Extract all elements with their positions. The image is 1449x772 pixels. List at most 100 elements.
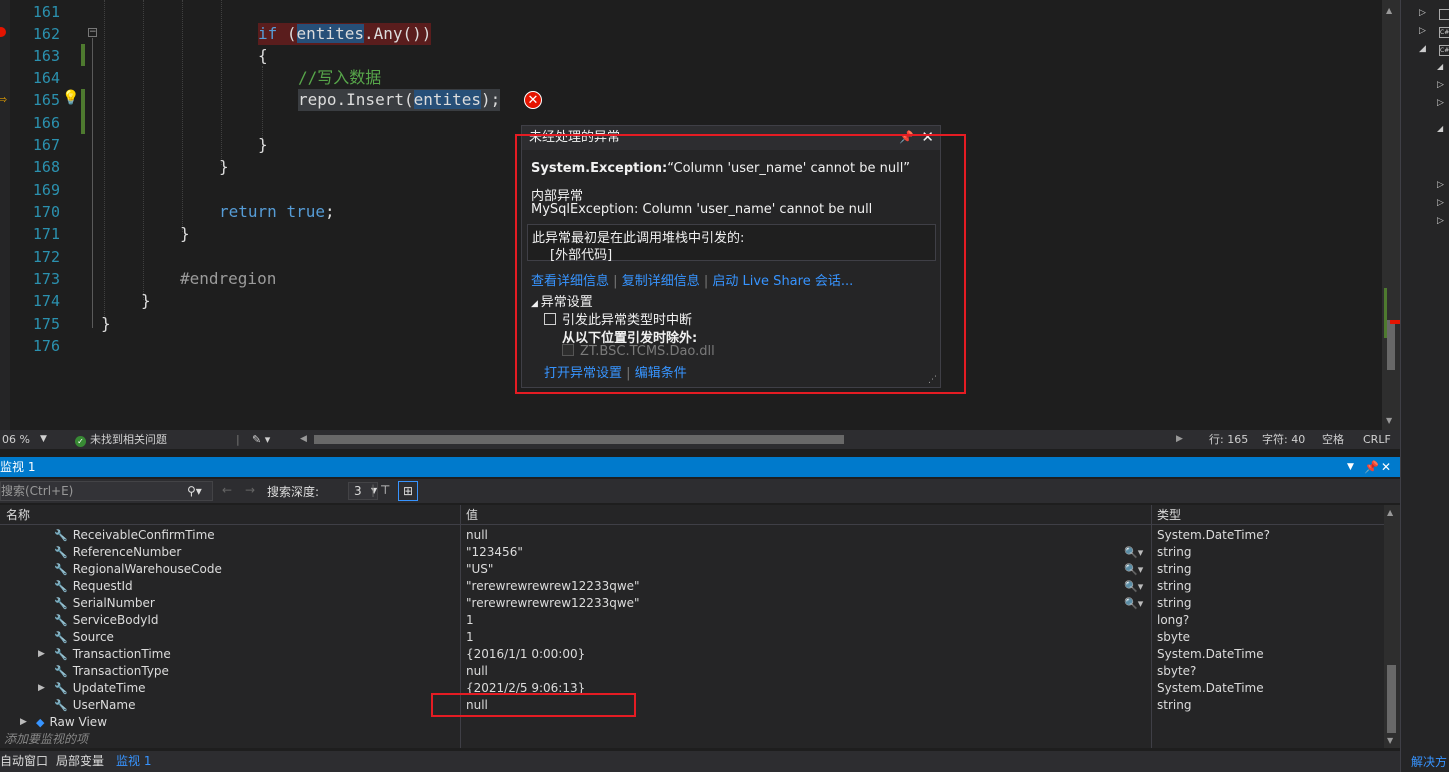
add-watch-row[interactable]: 添加要监视的项	[0, 731, 1384, 748]
chevron-down-icon[interactable]: ▼	[40, 430, 47, 449]
row-name: Raw View	[49, 715, 108, 729]
scroll-right-icon[interactable]: ▶	[1176, 430, 1183, 449]
line-number: 173	[32, 270, 60, 288]
expand-arrow-icon[interactable]: ▶	[38, 646, 45, 663]
back-arrow-icon[interactable]: ←	[222, 483, 232, 497]
property-icon: 🔧	[54, 597, 68, 610]
editor-vertical-scrollbar[interactable]: ▲ ▼	[1382, 0, 1400, 430]
scroll-down-icon[interactable]: ▼	[1387, 736, 1393, 745]
watch-row[interactable]: ▶ ◆ Raw View	[0, 714, 1384, 731]
property-icon: 🔧	[54, 563, 68, 576]
issues-text: 未找到相关问题	[90, 433, 167, 446]
row-type: System.DateTime	[1157, 681, 1264, 695]
scroll-left-icon[interactable]: ◀	[300, 430, 307, 449]
filter-icon[interactable]: ⊤	[380, 483, 390, 497]
row-value[interactable]: "123456"	[466, 544, 523, 561]
collapse-arrow-icon[interactable]: ◢	[1437, 124, 1443, 133]
expand-arrow-icon[interactable]: ▷	[1419, 26, 1426, 36]
watch-row[interactable]: 🔧 UserName null string	[0, 697, 1384, 714]
watch-row[interactable]: 🔧 SerialNumber "rerewrewrewrew12233qwe" 🔍…	[0, 595, 1384, 612]
value-column-header[interactable]: 值	[466, 505, 478, 525]
issues-indicator[interactable]: ✓ 未找到相关问题	[75, 430, 167, 449]
debug-window-tabs: 自动窗口 局部变量 监视 1	[0, 751, 1400, 772]
expand-arrow-icon[interactable]: ▷	[1437, 216, 1444, 226]
watch-row[interactable]: 🔧 RequestId "rerewrewrewrew12233qwe" 🔍▾ s…	[0, 578, 1384, 595]
collapse-arrow-icon[interactable]: ◢	[1419, 44, 1426, 54]
row-type: string	[1157, 698, 1192, 712]
property-icon: 🔧	[54, 546, 68, 559]
watch-row[interactable]: 🔧 ReceivableConfirmTime null System.DateT…	[0, 527, 1384, 544]
name-column-header[interactable]: 名称	[6, 505, 30, 525]
code-if-statement: if (entites.Any())	[258, 23, 432, 45]
expand-arrow-icon[interactable]: ▶	[20, 714, 27, 731]
scroll-thumb[interactable]	[1387, 320, 1395, 370]
collapse-arrow-icon[interactable]: ◢	[1437, 62, 1443, 71]
expand-arrow-icon[interactable]: ▷	[1419, 8, 1426, 18]
row-value[interactable]: 1	[466, 612, 474, 629]
watch-row[interactable]: 🔧 Source 1 sbyte	[0, 629, 1384, 646]
row-type: string	[1157, 579, 1192, 593]
error-icon[interactable]: ✕	[524, 91, 542, 109]
text-visualizer-icon[interactable]: 🔍▾	[1124, 544, 1143, 561]
line-number: 162	[32, 25, 60, 43]
text-visualizer-icon[interactable]: 🔍▾	[1124, 578, 1143, 595]
horizontal-scroll-thumb[interactable]	[314, 435, 844, 444]
watch-grid: 名称 值 类型 🔧 ReceivableConfirmTime null Syst…	[0, 505, 1384, 748]
code-editor[interactable]: 💡 ⇨ − 161 162 if (entites.Any()) 163 { 1…	[0, 0, 1400, 430]
watch-row[interactable]: 🔧 ReferenceNumber "123456" 🔍▾ string	[0, 544, 1384, 561]
watch-row[interactable]: 🔧 RegionalWarehouseCode "US" 🔍▾ string	[0, 561, 1384, 578]
expand-arrow-icon[interactable]: ▷	[1437, 80, 1444, 90]
row-value[interactable]: "rerewrewrewrew12233qwe"	[466, 578, 640, 595]
code-line: 164 //写入数据	[0, 67, 1380, 89]
watch-row[interactable]: 🔧 ServiceBodyId 1 long?	[0, 612, 1384, 629]
close-icon[interactable]: ✕	[1381, 457, 1391, 477]
scroll-down-icon[interactable]: ▼	[1386, 416, 1392, 425]
scroll-up-icon[interactable]: ▲	[1386, 6, 1392, 15]
row-value[interactable]: null	[466, 527, 488, 544]
forward-arrow-icon[interactable]: →	[245, 483, 255, 497]
add-watch-placeholder[interactable]: 添加要监视的项	[4, 731, 88, 748]
tab-autos[interactable]: 自动窗口	[0, 751, 48, 772]
code-line: 161	[0, 1, 1380, 23]
watch-title-text: 监视 1	[0, 460, 36, 474]
expand-arrow-icon[interactable]: ▶	[38, 680, 45, 697]
annotation-highlight	[431, 693, 636, 717]
expand-arrow-icon[interactable]: ▷	[1437, 180, 1444, 190]
expand-arrow-icon[interactable]: ▷	[1437, 198, 1444, 208]
expand-arrow-icon[interactable]: ▷	[1437, 98, 1444, 108]
tab-watch-1[interactable]: 监视 1	[116, 751, 151, 772]
line-number: 174	[32, 292, 60, 310]
scroll-up-icon[interactable]: ▲	[1387, 508, 1393, 517]
watch-row[interactable]: ▶ 🔧 UpdateTime {2021/2/5 9:06:13} System.…	[0, 680, 1384, 697]
whitespace-indicator[interactable]: 空格	[1322, 430, 1344, 449]
text-visualizer-icon[interactable]: 🔍▾	[1124, 595, 1143, 612]
separator: |	[236, 433, 240, 446]
row-value[interactable]: "rerewrewrewrew12233qwe"	[466, 595, 640, 612]
watch-row[interactable]: 🔧 TransactionType null sbyte?	[0, 663, 1384, 680]
row-type: sbyte	[1157, 630, 1191, 644]
code-token: );	[481, 90, 501, 109]
row-value[interactable]: {2016/1/1 0:00:00}	[466, 646, 585, 663]
brace: }	[101, 314, 111, 333]
zoom-level[interactable]: 06 %	[2, 430, 30, 449]
row-value[interactable]: null	[466, 663, 488, 680]
row-value[interactable]: "US"	[466, 561, 493, 578]
watch-vertical-scrollbar[interactable]: ▲ ▼	[1384, 505, 1400, 748]
property-icon: 🔧	[54, 699, 68, 712]
watch-row[interactable]: ▶ 🔧 TransactionTime {2016/1/1 0:00:00} Sy…	[0, 646, 1384, 663]
tab-locals[interactable]: 局部变量	[56, 751, 104, 772]
text-visualizer-icon[interactable]: 🔍▾	[1124, 561, 1143, 578]
pin-icon[interactable]: 📌	[1364, 457, 1379, 477]
csharp-file-icon: C#	[1439, 27, 1449, 38]
type-column-header[interactable]: 类型	[1157, 505, 1181, 525]
search-input[interactable]: 搜索(Ctrl+E) ⚲▾	[0, 481, 213, 501]
brush-icon[interactable]: ✎ ▾	[252, 430, 270, 449]
search-icon[interactable]: ⚲▾	[187, 482, 202, 500]
solution-explorer-tab[interactable]: 解决方	[1411, 753, 1447, 770]
row-value[interactable]: 1	[466, 629, 474, 646]
scroll-thumb[interactable]	[1387, 665, 1396, 733]
row-name: ReceivableConfirmTime	[72, 528, 215, 542]
eol-indicator[interactable]: CRLF	[1363, 430, 1391, 449]
hex-display-icon[interactable]: ⊞	[398, 481, 418, 501]
dropdown-icon[interactable]: ▼	[1347, 457, 1354, 477]
